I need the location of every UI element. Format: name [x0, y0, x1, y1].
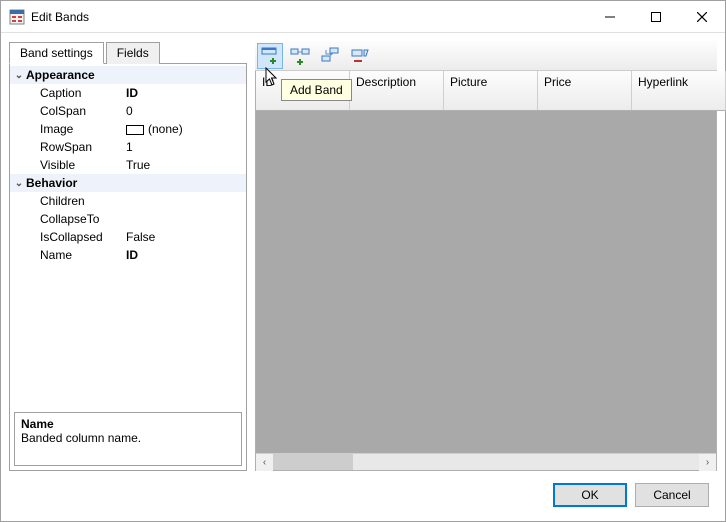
- tabstrip: Band settings Fields: [9, 42, 247, 64]
- image-swatch-icon: [126, 125, 144, 135]
- scroll-right-button[interactable]: ›: [699, 454, 716, 471]
- prop-iscollapsed[interactable]: IsCollapsed False: [10, 228, 246, 246]
- prop-caption[interactable]: Caption ID: [10, 84, 246, 102]
- column-header-price[interactable]: Price: [538, 71, 632, 110]
- prop-image[interactable]: Image (none): [10, 120, 246, 138]
- bands-grid: ID Description Picture Price Hyperlink ‹…: [255, 71, 717, 471]
- prop-label: Visible: [10, 158, 122, 172]
- client-area: Band settings Fields ⌄ Appearance Captio…: [1, 33, 725, 521]
- prop-label: ColSpan: [10, 104, 122, 118]
- edit-bands-dialog: Edit Bands Band settings Fields: [0, 0, 726, 522]
- right-pane: Add Band ID Description Picture Price Hy…: [255, 41, 717, 471]
- titlebar: Edit Bands: [1, 1, 725, 33]
- category-label: Appearance: [26, 68, 95, 82]
- app-icon: [9, 9, 25, 25]
- horizontal-scrollbar[interactable]: ‹ ›: [256, 453, 716, 470]
- prop-label: Children: [10, 194, 122, 208]
- prop-visible[interactable]: Visible True: [10, 156, 246, 174]
- prop-label: CollapseTo: [10, 212, 122, 226]
- image-value-text: (none): [148, 122, 183, 136]
- prop-label: Caption: [10, 86, 122, 100]
- ok-button[interactable]: OK: [553, 483, 627, 507]
- band-toolbar: Add Band: [255, 41, 717, 71]
- cancel-button[interactable]: Cancel: [635, 483, 709, 507]
- close-button[interactable]: [679, 1, 725, 32]
- property-grid[interactable]: ⌄ Appearance Caption ID ColSpan 0 Imag: [10, 64, 246, 408]
- prop-value[interactable]: 1: [122, 140, 246, 154]
- property-description: Name Banded column name.: [14, 412, 242, 466]
- column-label: Picture: [450, 75, 487, 89]
- window-title: Edit Bands: [31, 10, 89, 24]
- prop-value[interactable]: ID: [122, 248, 246, 262]
- description-title: Name: [21, 417, 235, 431]
- prop-children[interactable]: Children: [10, 192, 246, 210]
- insert-band-button[interactable]: [317, 43, 343, 69]
- chevron-down-icon[interactable]: ⌄: [12, 178, 26, 189]
- prop-value[interactable]: (none): [122, 122, 246, 136]
- tab-band-settings[interactable]: Band settings: [9, 42, 104, 64]
- maximize-button[interactable]: [633, 1, 679, 32]
- minimize-button[interactable]: [587, 1, 633, 32]
- prop-value[interactable]: 0: [122, 104, 246, 118]
- scroll-track[interactable]: [273, 454, 699, 470]
- scroll-thumb[interactable]: [273, 454, 353, 470]
- prop-rowspan[interactable]: RowSpan 1: [10, 138, 246, 156]
- remove-band-button[interactable]: [347, 43, 373, 69]
- prop-colspan[interactable]: ColSpan 0: [10, 102, 246, 120]
- prop-label: Image: [10, 122, 122, 136]
- category-behavior[interactable]: ⌄ Behavior: [10, 174, 246, 192]
- column-label: ID: [262, 75, 274, 89]
- prop-value[interactable]: False: [122, 230, 246, 244]
- column-header-description[interactable]: Description: [350, 71, 444, 110]
- category-label: Behavior: [26, 176, 77, 190]
- category-appearance[interactable]: ⌄ Appearance: [10, 66, 246, 84]
- add-child-band-button[interactable]: [287, 43, 313, 69]
- prop-collapseto[interactable]: CollapseTo: [10, 210, 246, 228]
- prop-value[interactable]: ID: [122, 86, 246, 100]
- dialog-footer: OK Cancel: [9, 471, 717, 513]
- prop-label: IsCollapsed: [10, 230, 122, 244]
- band-settings-panel: ⌄ Appearance Caption ID ColSpan 0 Imag: [9, 63, 247, 471]
- column-header-picture[interactable]: Picture: [444, 71, 538, 110]
- grid-body[interactable]: [256, 111, 716, 453]
- scroll-left-button[interactable]: ‹: [256, 454, 273, 471]
- prop-name[interactable]: Name ID: [10, 246, 246, 264]
- prop-label: RowSpan: [10, 140, 122, 154]
- left-pane: Band settings Fields ⌄ Appearance Captio…: [9, 41, 247, 471]
- window-controls: [587, 1, 725, 32]
- prop-value[interactable]: True: [122, 158, 246, 172]
- column-label: Description: [356, 75, 416, 89]
- add-band-button[interactable]: [257, 43, 283, 69]
- column-label: Hyperlink: [638, 75, 688, 89]
- tooltip-add-band: Add Band: [281, 79, 352, 101]
- description-body: Banded column name.: [21, 431, 235, 445]
- chevron-down-icon[interactable]: ⌄: [12, 70, 26, 81]
- column-label: Price: [544, 75, 571, 89]
- column-header-hyperlink[interactable]: Hyperlink: [632, 71, 726, 110]
- tab-fields[interactable]: Fields: [106, 42, 160, 64]
- prop-label: Name: [10, 248, 122, 262]
